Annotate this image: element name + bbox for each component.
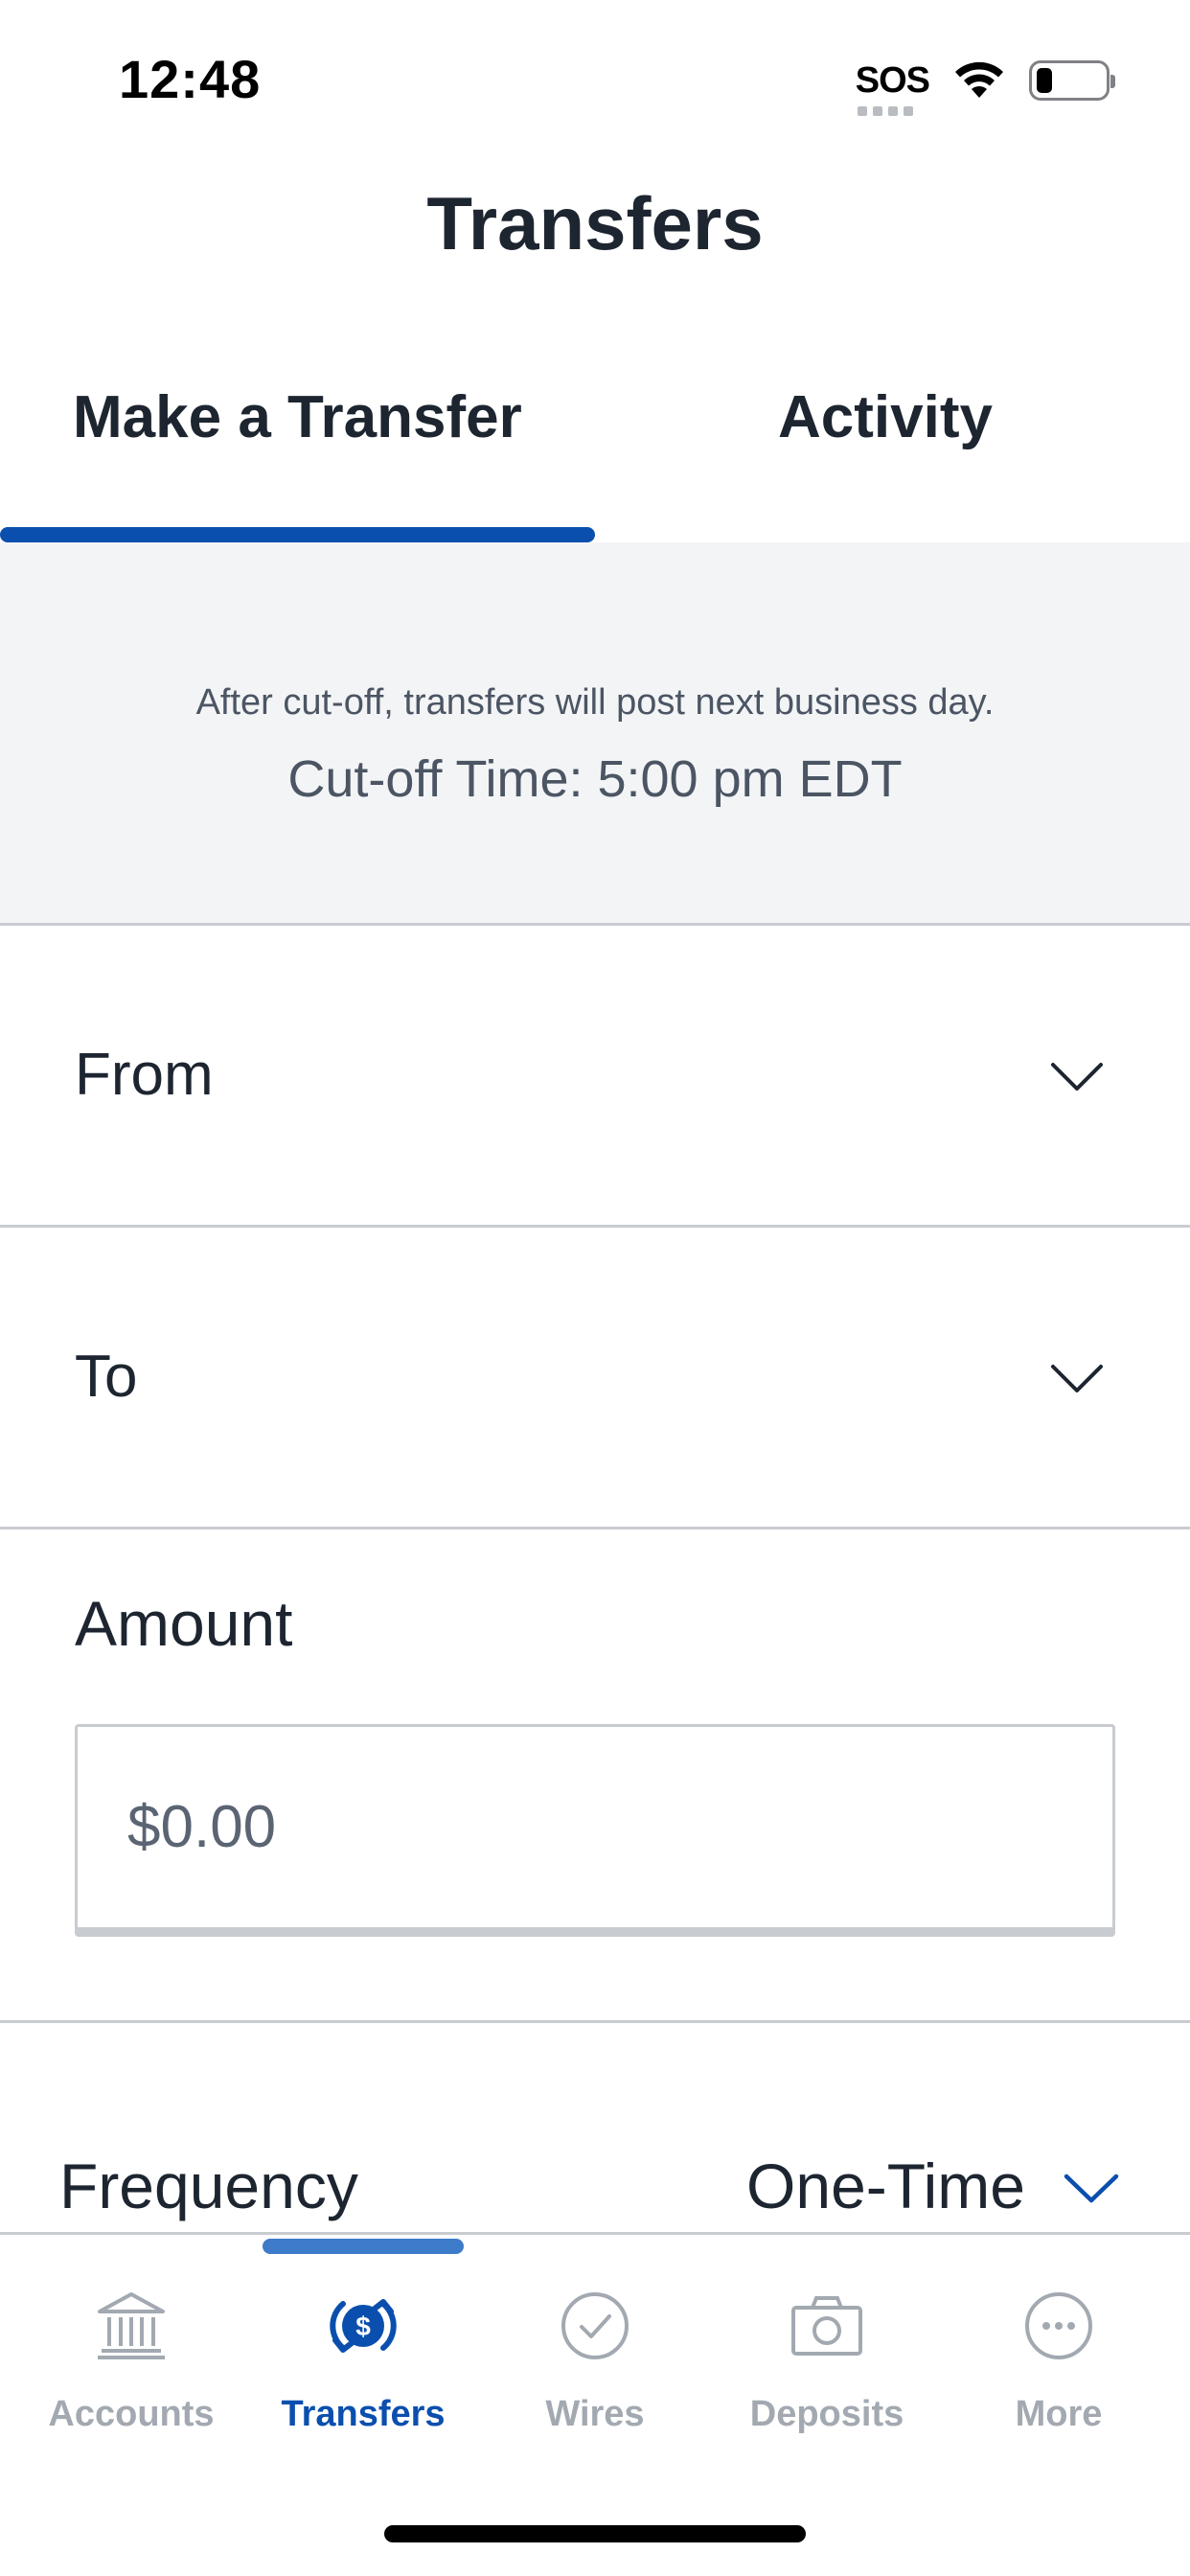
nav-wires[interactable]: Wires	[490, 2283, 700, 2435]
battery-icon	[1029, 60, 1115, 101]
dollar-transfer-icon: $	[320, 2283, 406, 2369]
status-indicators: SOS	[855, 52, 1115, 116]
chevron-down-icon	[1050, 1364, 1104, 1394]
status-time: 12:48	[119, 49, 262, 109]
nav-accounts[interactable]: Accounts	[26, 2283, 237, 2435]
status-bar: 12:48 SOS	[0, 0, 1190, 144]
frequency-select[interactable]: Frequency One-Time	[0, 2023, 1190, 2232]
svg-text:$: $	[355, 2312, 371, 2341]
check-circle-icon	[552, 2283, 638, 2369]
amount-input[interactable]	[75, 1724, 1115, 1937]
to-account-select[interactable]: To	[0, 1228, 1190, 1530]
amount-label: Amount	[75, 1588, 293, 1659]
cutoff-notice-text: After cut-off, transfers will post next …	[195, 682, 995, 723]
to-label: To	[75, 1344, 138, 1410]
sos-indicator: SOS	[855, 60, 930, 116]
nav-accounts-label: Accounts	[48, 2394, 215, 2434]
nav-deposits[interactable]: Deposits	[721, 2283, 932, 2435]
nav-wires-label: Wires	[545, 2394, 645, 2434]
cutoff-notice: After cut-off, transfers will post next …	[0, 542, 1190, 926]
amount-section: Amount	[0, 1530, 1190, 2023]
nav-transfers-label: Transfers	[281, 2394, 446, 2434]
from-account-select[interactable]: From	[0, 926, 1190, 1228]
cutoff-time: Cut-off Time: 5:00 pm EDT	[287, 750, 903, 808]
from-label: From	[75, 1042, 214, 1108]
bank-icon	[88, 2283, 174, 2369]
camera-icon	[784, 2283, 870, 2369]
transfer-tabs: Make a Transfer Activity	[0, 364, 1190, 542]
signal-dots	[857, 106, 913, 116]
wifi-icon	[952, 59, 1006, 102]
sos-text: SOS	[855, 60, 930, 101]
chevron-down-icon	[1064, 2174, 1119, 2204]
active-tab-indicator	[0, 527, 595, 542]
nav-more-label: More	[1015, 2394, 1103, 2434]
tab-make-a-transfer[interactable]: Make a Transfer	[73, 383, 522, 451]
more-dots-icon	[1016, 2283, 1102, 2369]
active-nav-indicator	[263, 2239, 464, 2254]
chevron-down-icon	[1050, 1062, 1104, 1092]
tab-activity[interactable]: Activity	[778, 383, 993, 451]
frequency-value: One-Time	[746, 2150, 1025, 2221]
page-title: Transfers	[426, 181, 764, 265]
home-indicator	[384, 2525, 806, 2542]
nav-deposits-label: Deposits	[749, 2394, 904, 2434]
frequency-label: Frequency	[59, 2150, 358, 2221]
nav-more[interactable]: More	[953, 2283, 1164, 2435]
nav-transfers[interactable]: $ Transfers	[258, 2283, 469, 2435]
